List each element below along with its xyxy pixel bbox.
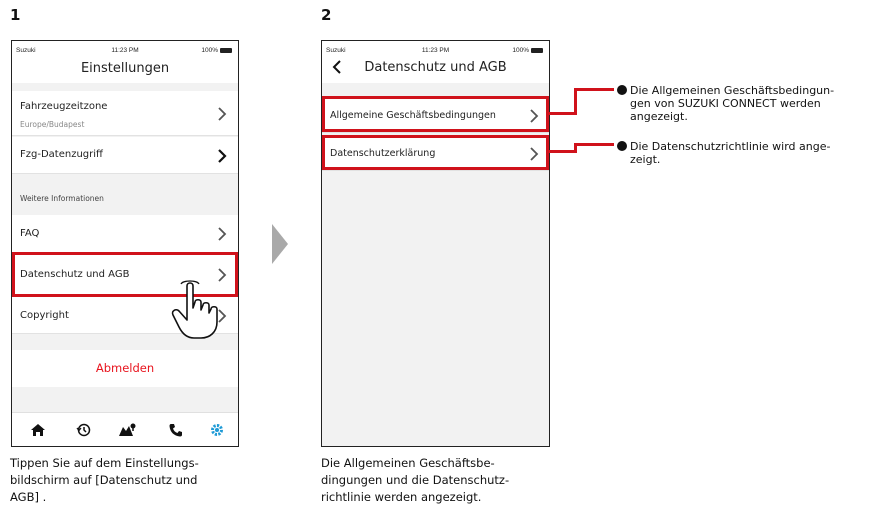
phone-icon[interactable] <box>168 422 184 438</box>
bullet-icon <box>617 85 627 95</box>
section-header: Weitere Informationen <box>20 194 104 203</box>
note-line: angezeigt. <box>630 110 688 123</box>
battery-indicator: 100% <box>512 47 543 54</box>
chevron-right-icon <box>218 227 227 241</box>
settings-icon[interactable] <box>209 422 225 438</box>
note-privacy: Die Datenschutzrichtlinie wird ange- zei… <box>617 140 887 166</box>
page-title: Datenschutz und AGB <box>364 60 507 75</box>
logout-button[interactable]: Abmelden <box>12 350 238 387</box>
home-icon[interactable] <box>30 422 46 438</box>
phone-screen-settings: Suzuki 11:23 PM 100% Suzuki 11:23 PM 100… <box>11 40 239 447</box>
caption-line: dingungen und die Datenschutz- <box>321 473 510 487</box>
note-terms: Die Allgemeinen Geschäftsbedingun- gen v… <box>617 84 887 123</box>
connector-line <box>574 143 614 146</box>
row-label: FAQ <box>20 228 40 239</box>
row-vehicle-timezone[interactable]: Fahrzeugzeitzone Europe/Budapest <box>12 91 238 136</box>
caption-step-2: Die Allgemeinen Geschäftsbe- dingungen u… <box>321 455 561 506</box>
connector-line <box>549 112 576 115</box>
connector-line <box>574 88 614 91</box>
note-line: Die Allgemeinen Geschäftsbedingun- <box>630 84 835 97</box>
connector-line <box>549 150 576 153</box>
connector-line <box>574 88 577 115</box>
highlight-privacy-statement <box>322 135 549 170</box>
caption-line: richtlinie werden angezeigt. <box>321 490 482 504</box>
caption-line: Tippen Sie auf dem Einstellungs- <box>10 456 199 470</box>
row-label: Fahrzeugzeitzone <box>20 101 108 112</box>
tap-hand-icon <box>171 280 218 339</box>
page-title: Einstellungen <box>80 61 170 76</box>
tab-bar <box>12 412 238 446</box>
row-label: Copyright <box>20 310 69 321</box>
caption-line: Die Allgemeinen Geschäftsbe- <box>321 456 495 470</box>
step-number-2: 2 <box>321 6 332 24</box>
note-line: zeigt. <box>630 153 661 166</box>
map-icon[interactable] <box>118 422 138 438</box>
row-data-access[interactable]: Fzg-Datenzugriff <box>12 137 238 174</box>
bullet-icon <box>617 141 627 151</box>
step-number-1: 1 <box>10 6 21 24</box>
highlight-terms <box>322 96 549 132</box>
row-label: Fzg-Datenzugriff <box>20 149 103 160</box>
chevron-right-icon <box>218 107 227 121</box>
row-faq[interactable]: FAQ <box>12 215 238 253</box>
chevron-right-icon <box>218 149 227 163</box>
next-step-arrow-icon <box>272 224 288 264</box>
status-bar: Suzuki 11:23 PM 100% <box>322 41 549 59</box>
row-value: Europe/Budapest <box>20 120 85 129</box>
note-line: Die Datenschutzrichtlinie wird ange- <box>630 140 831 153</box>
note-line: gen von SUZUKI CONNECT werden <box>630 97 821 110</box>
caption-line: bildschirm auf [Datenschutz und <box>10 473 198 487</box>
battery-icon <box>531 47 543 53</box>
caption-line: AGB] . <box>10 490 47 504</box>
caption-step-1: Tippen Sie auf dem Einstellungs- bildsch… <box>10 455 250 506</box>
history-icon[interactable] <box>76 422 92 438</box>
